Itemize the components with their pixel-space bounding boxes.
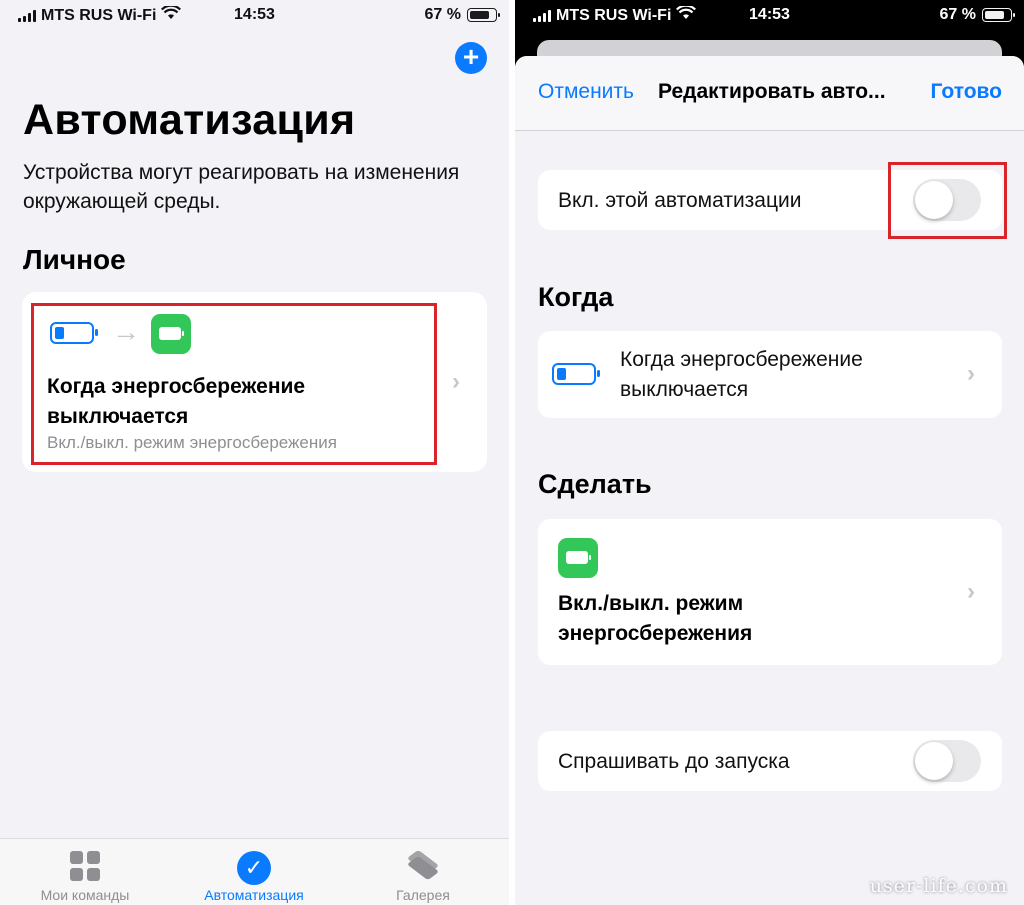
nav-title: Редактировать авто...	[658, 80, 886, 103]
section-title-when: Когда	[538, 282, 614, 312]
enable-automation-label: Вкл. этой автоматизации	[558, 189, 802, 212]
tab-label: Автоматизация	[204, 887, 304, 903]
done-button[interactable]: Готово	[931, 80, 1002, 104]
checkmark-circle-icon: ✓	[237, 851, 271, 885]
low-battery-icon	[50, 322, 98, 344]
nav-bar: Отменить Редактировать авто... Готово	[515, 56, 1024, 131]
ask-before-running-label: Спрашивать до запуска	[558, 750, 790, 773]
chevron-right-icon: ›	[452, 368, 460, 395]
plus-icon: +	[462, 41, 480, 72]
highlight-frame	[888, 162, 1007, 239]
tab-label: Галерея	[396, 887, 450, 903]
automation-list-screen: MTS RUS Wi-Fi 14:53 67 % + Автоматизация…	[0, 0, 509, 905]
chevron-right-icon: ›	[967, 360, 975, 387]
battery-icon	[982, 8, 1015, 22]
when-trigger-text: Когда энергосбережение выключается	[620, 348, 863, 401]
section-title-do: Сделать	[538, 469, 652, 499]
tab-label: Мои команды	[40, 887, 130, 903]
ask-before-running-row: Спрашивать до запуска	[538, 731, 1002, 791]
chevron-right-icon: ›	[967, 578, 975, 605]
watermark: user-life.com	[869, 875, 1008, 897]
edit-automation-screen: MTS RUS Wi-Fi 14:53 67 % Отменить Редакт…	[515, 0, 1024, 905]
edit-sheet: Отменить Редактировать авто... Готово Вк…	[515, 56, 1024, 905]
section-title-personal: Личное	[23, 244, 126, 275]
grid-icon	[70, 851, 100, 881]
status-bar: MTS RUS Wi-Fi 14:53 67 %	[515, 0, 1024, 30]
do-action-text: Вкл./выкл. режим энергосбережения	[558, 592, 753, 645]
status-bar: MTS RUS Wi-Fi 14:53 67 %	[0, 0, 509, 30]
battery-icon	[467, 8, 500, 22]
tab-bar: Мои команды ✓ Автоматизация Галерея	[0, 838, 509, 905]
add-automation-button[interactable]: +	[455, 42, 487, 74]
low-battery-icon	[552, 363, 600, 385]
page-title: Автоматизация	[23, 96, 356, 144]
automation-card-title: Когда энергосбережение выключается	[47, 375, 306, 428]
automation-card-subtitle: Вкл./выкл. режим энергосбережения	[47, 433, 337, 452]
layers-icon	[406, 849, 440, 881]
green-battery-icon	[558, 538, 598, 578]
battery-percent: 67 %	[424, 6, 461, 23]
cancel-button[interactable]: Отменить	[538, 80, 634, 104]
ask-before-running-toggle[interactable]	[913, 740, 981, 782]
page-subtitle: Устройства могут реагировать на изменени…	[23, 161, 460, 213]
green-battery-icon	[151, 314, 191, 354]
arrow-right-icon: →	[112, 316, 140, 347]
battery-percent: 67 %	[939, 6, 976, 23]
